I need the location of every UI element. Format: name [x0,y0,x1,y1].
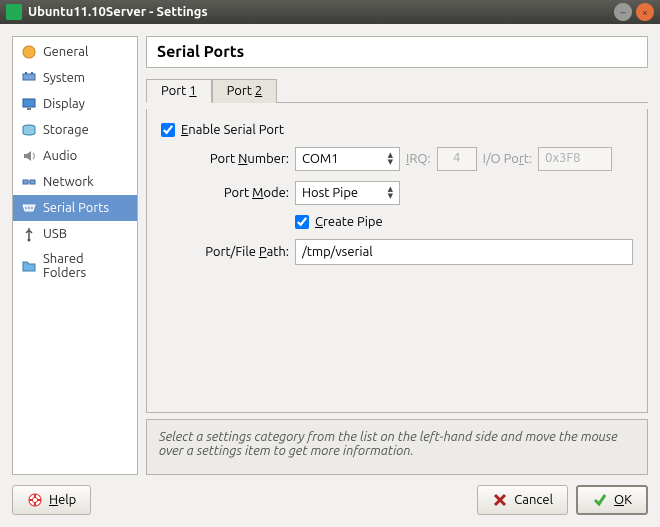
sidebar-item-label: General [43,45,88,59]
ok-button[interactable]: OK [576,485,648,515]
irq-label: IRQ: [406,152,431,166]
help-icon [27,492,43,508]
ok-icon [592,492,608,508]
sidebar-item-label: Display [43,97,85,111]
sidebar-item-system[interactable]: System [13,65,137,91]
enable-serial-port-label: Enable Serial Port [181,123,284,137]
port-number-label: Port Number: [179,152,289,166]
ioport-field: 0x3F8 [538,147,612,171]
port-number-value: COM1 [302,152,339,166]
usb-icon [21,226,37,242]
general-icon [21,44,37,60]
sidebar-item-label: Storage [43,123,89,137]
tab-port-2[interactable]: Port 2 [212,79,278,103]
sidebar-item-label: Audio [43,149,77,163]
sidebar-item-general[interactable]: General [13,39,137,65]
sidebar-item-label: System [43,71,85,85]
sidebar-item-serial-ports[interactable]: Serial Ports [13,195,137,221]
port-mode-dropdown[interactable]: Host Pipe ▲▼ [295,181,400,205]
tab-bar: Port 1 Port 2 [146,78,648,103]
sidebar-item-display[interactable]: Display [13,91,137,117]
sidebar-item-shared-folders[interactable]: Shared Folders [13,247,137,285]
hint-text: Select a settings category from the list… [159,430,618,458]
panel-heading: Serial Ports [157,43,637,61]
path-input[interactable] [295,239,633,265]
hint-box: Select a settings category from the list… [146,419,648,475]
sidebar: General System Display Storage Audio Net… [12,36,138,475]
folder-icon [21,258,37,274]
sidebar-item-label: USB [43,227,67,241]
create-pipe-label: Create Pipe [315,215,383,229]
tab-port-1[interactable]: Port 1 [146,79,212,103]
port-mode-label: Port Mode: [179,186,289,200]
network-icon [21,174,37,190]
panel-heading-box: Serial Ports [146,36,648,68]
audio-icon [21,148,37,164]
storage-icon [21,122,37,138]
spin-icon: ▲▼ [388,152,393,166]
display-icon [21,96,37,112]
footer: Help Cancel OK [12,485,648,515]
help-button[interactable]: Help [12,485,91,515]
app-icon [6,4,22,20]
system-icon [21,70,37,86]
sidebar-item-label: Serial Ports [43,201,109,215]
close-button[interactable]: × [636,3,654,21]
spin-icon: ▲▼ [388,186,393,200]
window-title: Ubuntu11.10Server - Settings [28,5,610,19]
tab-panel: Enable Serial Port Port Number: COM1 ▲▼ … [146,109,648,413]
port-mode-value: Host Pipe [302,186,358,200]
minimize-button[interactable]: – [614,3,632,21]
enable-serial-port-checkbox[interactable] [161,123,175,137]
sidebar-item-storage[interactable]: Storage [13,117,137,143]
sidebar-item-label: Shared Folders [43,252,129,280]
irq-field: 4 [437,147,477,171]
path-label: Port/File Path: [179,245,289,259]
create-pipe-checkbox[interactable] [295,215,309,229]
titlebar: Ubuntu11.10Server - Settings – × [0,0,660,24]
serial-icon [21,200,37,216]
sidebar-item-usb[interactable]: USB [13,221,137,247]
sidebar-item-label: Network [43,175,94,189]
cancel-button[interactable]: Cancel [477,485,568,515]
sidebar-item-audio[interactable]: Audio [13,143,137,169]
cancel-icon [492,492,508,508]
port-number-dropdown[interactable]: COM1 ▲▼ [295,147,400,171]
sidebar-item-network[interactable]: Network [13,169,137,195]
ioport-label: I/O Port: [483,152,532,166]
